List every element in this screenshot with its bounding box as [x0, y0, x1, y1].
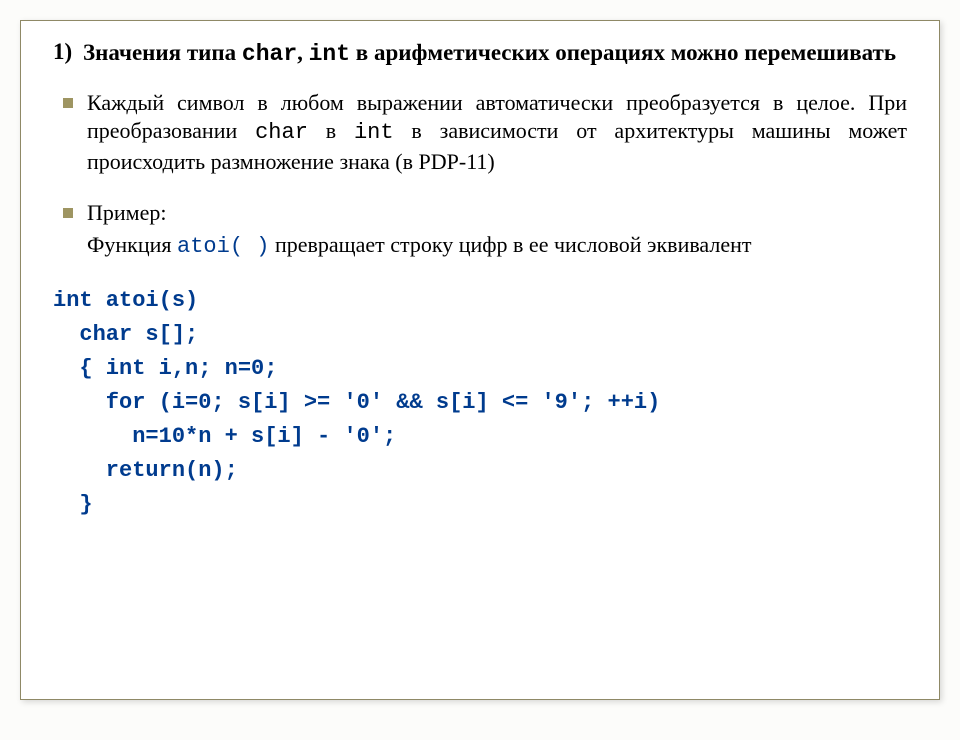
heading-prefix: Значения типа — [83, 40, 242, 65]
code-l3: { int i,n; n=0; — [53, 356, 277, 381]
bullet-list: Каждый символ в любом выражении автомати… — [53, 89, 907, 227]
bullet2-subline: Функция atoi( ) превращает строку цифр в… — [87, 231, 907, 262]
bullet2-sub-p1: Функция — [87, 232, 177, 257]
code-l5: n=10*n + s[i] - '0'; — [53, 424, 396, 449]
bullet2-label: Пример: — [87, 200, 166, 225]
code-l1: int atoi(s) — [53, 288, 198, 313]
code-l2: char s[]; — [53, 322, 198, 347]
bullet1-p2: в — [308, 118, 354, 143]
heading-code-int: int — [309, 41, 350, 67]
code-l7: } — [53, 492, 93, 517]
bullet2-sub-p2: превращает строку цифр в ее числовой экв… — [269, 232, 751, 257]
bullet-1: Каждый символ в любом выражении автомати… — [61, 89, 907, 177]
heading-text: Значения типа char, int в арифметических… — [83, 39, 907, 69]
bullet2-code-atoi: atoi( ) — [177, 234, 269, 259]
code-l4: for (i=0; s[i] >= '0' && s[i] <= '9'; ++… — [53, 390, 660, 415]
slide-frame: 1) Значения типа char, int в арифметичес… — [20, 20, 940, 700]
heading-number: 1) — [53, 39, 83, 65]
bullet-2: Пример: — [61, 199, 907, 228]
heading-mid: , — [297, 40, 309, 65]
bullet1-code-char: char — [255, 120, 308, 145]
heading-code-char: char — [242, 41, 297, 67]
code-block: int atoi(s) char s[]; { int i,n; n=0; fo… — [53, 284, 907, 523]
heading: 1) Значения типа char, int в арифметичес… — [53, 39, 907, 69]
bullet1-code-int: int — [354, 120, 394, 145]
heading-suffix: в арифметических операциях можно перемеш… — [350, 40, 896, 65]
code-l6: return(n); — [53, 458, 238, 483]
